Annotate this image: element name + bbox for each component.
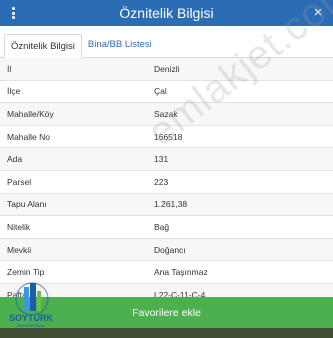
row-key: İlçe	[7, 86, 21, 97]
row-key: Mevkii	[7, 244, 32, 255]
table-row: Tapu Alanı 1.261,38	[0, 193, 333, 217]
table-row: Nitelik Bağ	[0, 216, 333, 239]
row-key: Ada	[7, 154, 23, 165]
table-row: Mevkii Doğancı	[0, 238, 333, 262]
table-row: Mahalle No 166518	[0, 125, 333, 149]
table-row: Zemin Tip Ana Taşınmaz	[0, 261, 333, 284]
row-key: Mahalle No	[7, 131, 50, 142]
row-key: İl	[7, 63, 12, 74]
table-row: Mahalle/Köy Sazak	[0, 103, 333, 126]
table-row: Ada 131	[0, 148, 333, 171]
table-row: İlçe Çal	[0, 80, 333, 104]
row-value: Sazak	[154, 108, 178, 119]
table-row: İl Denizli	[0, 58, 333, 81]
row-value: Çal	[154, 86, 167, 97]
row-key: Mahalle/Köy	[7, 108, 54, 119]
row-value: Doğancı	[154, 244, 186, 255]
add-to-favorites-button[interactable]: Favorilere ekle	[0, 297, 333, 328]
tab-building-list[interactable]: Bina/BB Listesi	[82, 33, 158, 57]
dialog-header: Öznitelik Bilgisi ×	[0, 0, 333, 26]
row-value: 166518	[154, 131, 183, 142]
close-icon[interactable]: ×	[309, 4, 327, 22]
row-value: Ana Taşınmaz	[154, 267, 208, 278]
more-vertical-icon[interactable]	[8, 5, 18, 21]
row-key: Nitelik	[7, 221, 31, 232]
bottom-strip	[0, 328, 333, 338]
tab-attribute-info[interactable]: Öznitelik Bilgisi	[4, 34, 82, 58]
row-value: 131	[154, 154, 169, 165]
attribute-table: İl Denizli İlçe Çal Mahalle/Köy Sazak Ma…	[0, 58, 333, 307]
row-value: 223	[154, 176, 169, 187]
row-key: Zemin Tip	[7, 267, 45, 278]
table-row: Parsel 223	[0, 170, 333, 194]
row-key: Parsel	[7, 176, 32, 187]
attribute-info-dialog: Öznitelik Bilgisi × Öznitelik Bilgisi Bi…	[0, 0, 333, 338]
dialog-title: Öznitelik Bilgisi	[119, 5, 214, 21]
tab-bar: Öznitelik Bilgisi Bina/BB Listesi	[0, 26, 333, 58]
row-value: Bağ	[154, 221, 170, 232]
row-key: Tapu Alanı	[7, 199, 47, 210]
row-value: Denizli	[154, 63, 180, 74]
row-value: 1.261,38	[154, 199, 188, 210]
